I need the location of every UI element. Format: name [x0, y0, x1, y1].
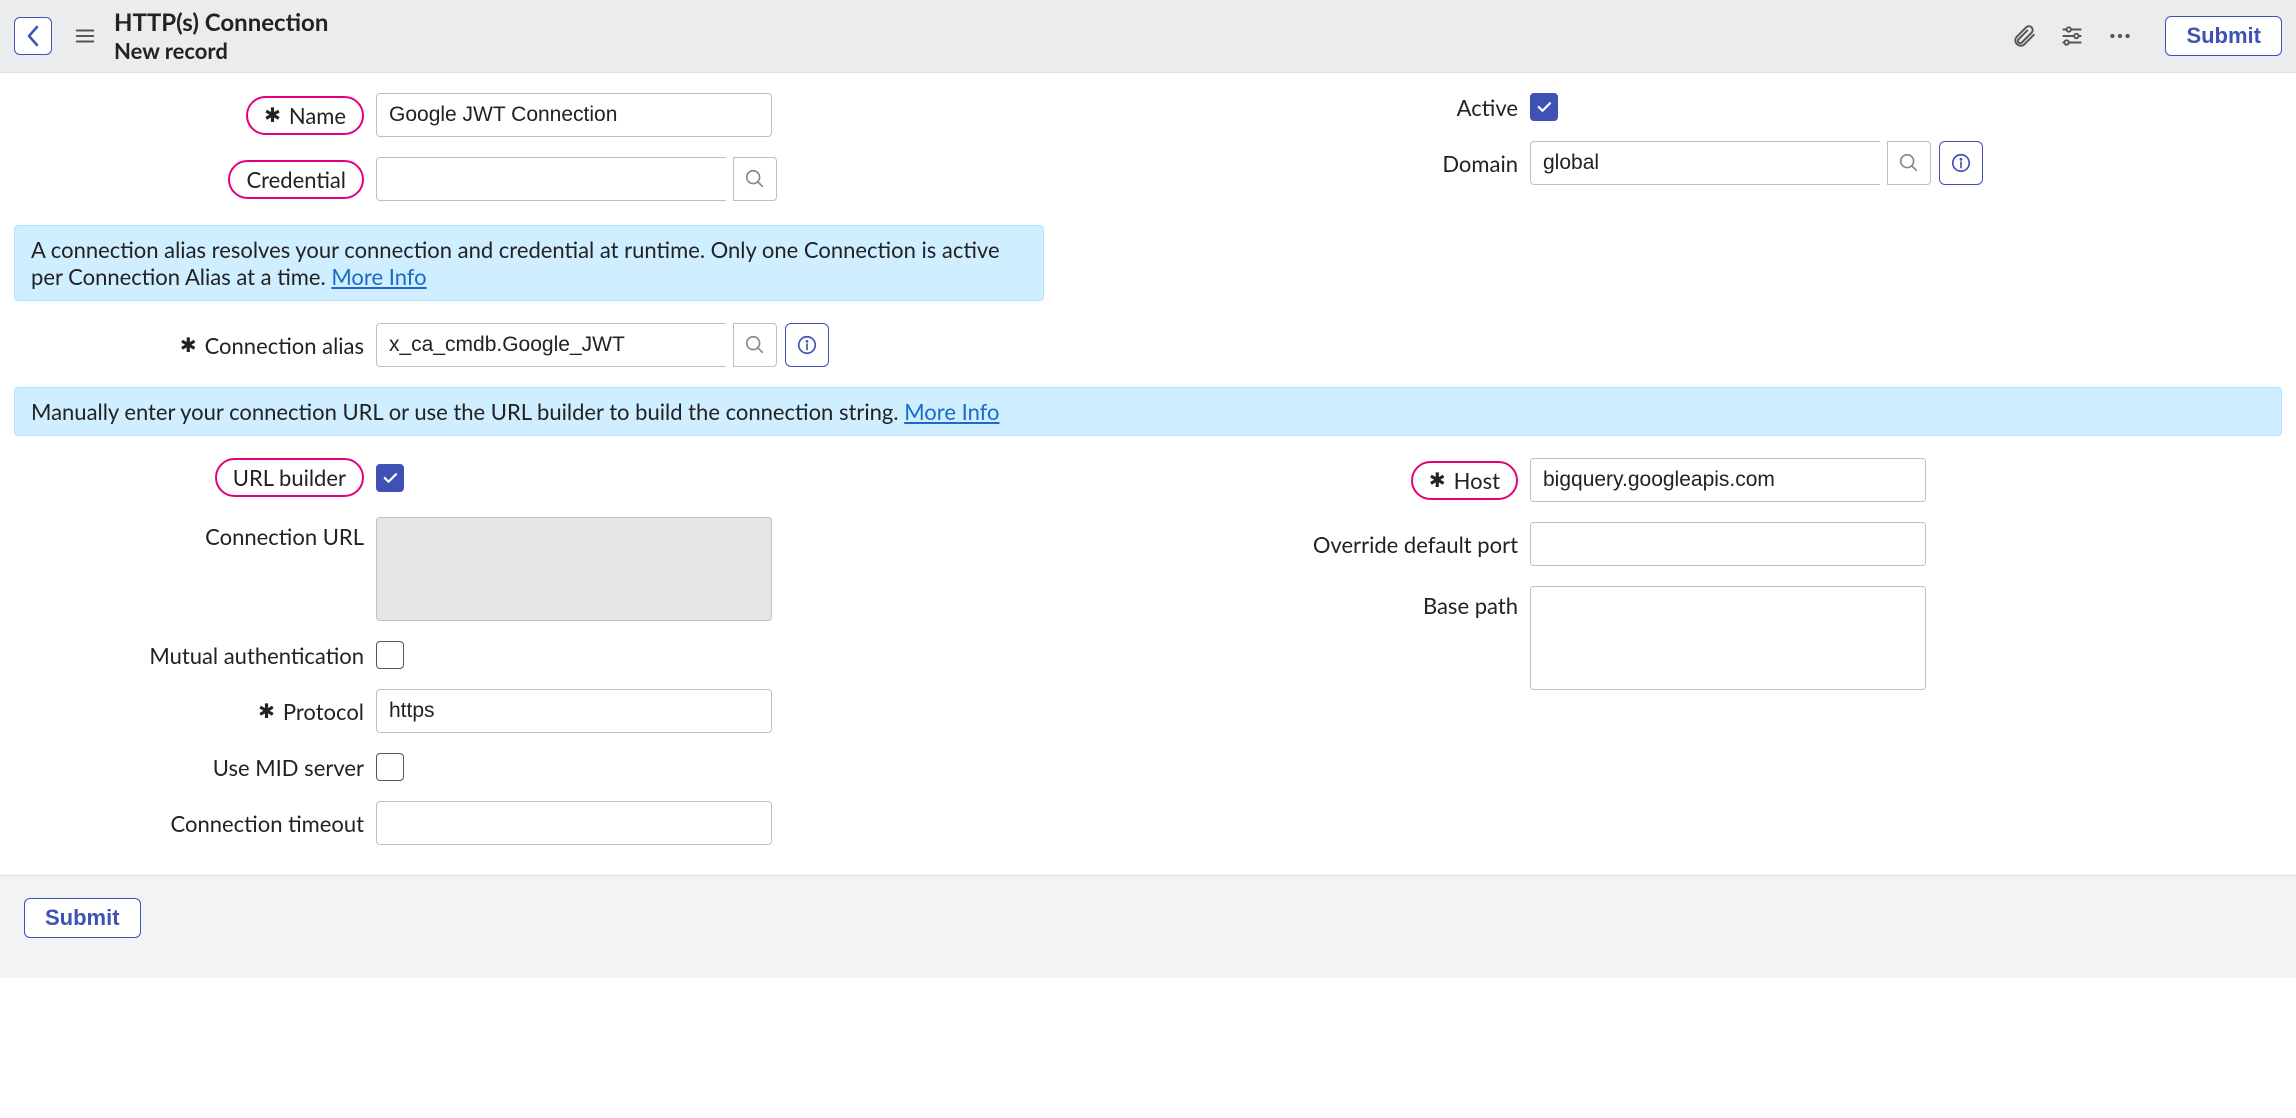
header-actions: Submit: [2011, 16, 2282, 56]
context-menu-button[interactable]: [74, 25, 96, 47]
ellipsis-icon: [2107, 23, 2133, 49]
title-block: HTTP(s) Connection New record: [114, 8, 328, 64]
check-icon: [381, 469, 399, 487]
url-info-bar: Manually enter your connection URL or us…: [14, 387, 2282, 436]
form-header: HTTP(s) Connection New record Submit: [0, 0, 2296, 73]
connection-alias-info-button[interactable]: [785, 323, 829, 367]
connection-timeout-label: Connection timeout: [171, 810, 364, 837]
use-mid-label: Use MID server: [213, 754, 364, 781]
menu-icon: [74, 25, 96, 47]
connection-timeout-input[interactable]: [376, 801, 772, 845]
required-icon: ✱: [1429, 468, 1446, 492]
info-icon: [796, 334, 818, 356]
base-path-textarea[interactable]: [1530, 586, 1926, 690]
override-port-input[interactable]: [1530, 522, 1926, 566]
domain-lookup-button[interactable]: [1887, 141, 1931, 185]
base-path-label: Base path: [1423, 592, 1518, 619]
footer-submit-button[interactable]: Submit: [24, 898, 141, 938]
protocol-input[interactable]: [376, 689, 772, 733]
active-checkbox[interactable]: [1530, 93, 1558, 121]
form-footer: Submit: [0, 875, 2296, 978]
domain-info-button[interactable]: [1939, 141, 1983, 185]
protocol-label: Protocol: [283, 698, 364, 725]
submit-button[interactable]: Submit: [2165, 16, 2282, 56]
host-input[interactable]: [1530, 458, 1926, 502]
required-icon: ✱: [264, 103, 281, 127]
back-button[interactable]: [14, 17, 52, 55]
name-label: ✱ Name: [246, 96, 364, 135]
url-more-info-link[interactable]: More Info: [904, 398, 999, 425]
info-icon: [1950, 152, 1972, 174]
required-icon: ✱: [258, 699, 275, 723]
credential-lookup-button[interactable]: [733, 157, 777, 201]
mutual-auth-checkbox[interactable]: [376, 641, 404, 669]
attachments-button[interactable]: [2011, 23, 2037, 49]
search-icon: [744, 334, 766, 356]
search-icon: [744, 168, 766, 190]
active-label: Active: [1457, 94, 1518, 121]
connection-url-textarea: [376, 517, 772, 621]
connection-alias-label: Connection alias: [205, 332, 364, 359]
alias-info-bar: A connection alias resolves your connect…: [14, 225, 1044, 301]
credential-label: Credential: [228, 160, 364, 199]
connection-alias-lookup-button[interactable]: [733, 323, 777, 367]
chevron-left-icon: [26, 25, 40, 47]
form-body: ✱ Name Credential: [0, 73, 2296, 875]
use-mid-checkbox[interactable]: [376, 753, 404, 781]
mutual-auth-label: Mutual authentication: [149, 642, 364, 669]
personalize-form-button[interactable]: [2059, 23, 2085, 49]
domain-label: Domain: [1442, 150, 1518, 177]
alias-more-info-link[interactable]: More Info: [331, 263, 426, 290]
more-options-button[interactable]: [2107, 23, 2133, 49]
connection-alias-input[interactable]: [376, 323, 726, 367]
connection-url-label: Connection URL: [205, 523, 364, 550]
check-icon: [1535, 98, 1553, 116]
required-icon: ✱: [180, 333, 197, 357]
domain-input[interactable]: [1530, 141, 1880, 185]
credential-input[interactable]: [376, 157, 726, 201]
name-input[interactable]: [376, 93, 772, 137]
search-icon: [1898, 152, 1920, 174]
page-title: HTTP(s) Connection: [114, 8, 328, 37]
host-label: ✱ Host: [1411, 461, 1518, 500]
url-builder-checkbox[interactable]: [376, 464, 404, 492]
paperclip-icon: [2011, 23, 2037, 49]
page-subtitle: New record: [114, 37, 328, 64]
url-builder-label: URL builder: [215, 458, 364, 497]
sliders-icon: [2059, 23, 2085, 49]
override-port-label: Override default port: [1313, 531, 1518, 558]
